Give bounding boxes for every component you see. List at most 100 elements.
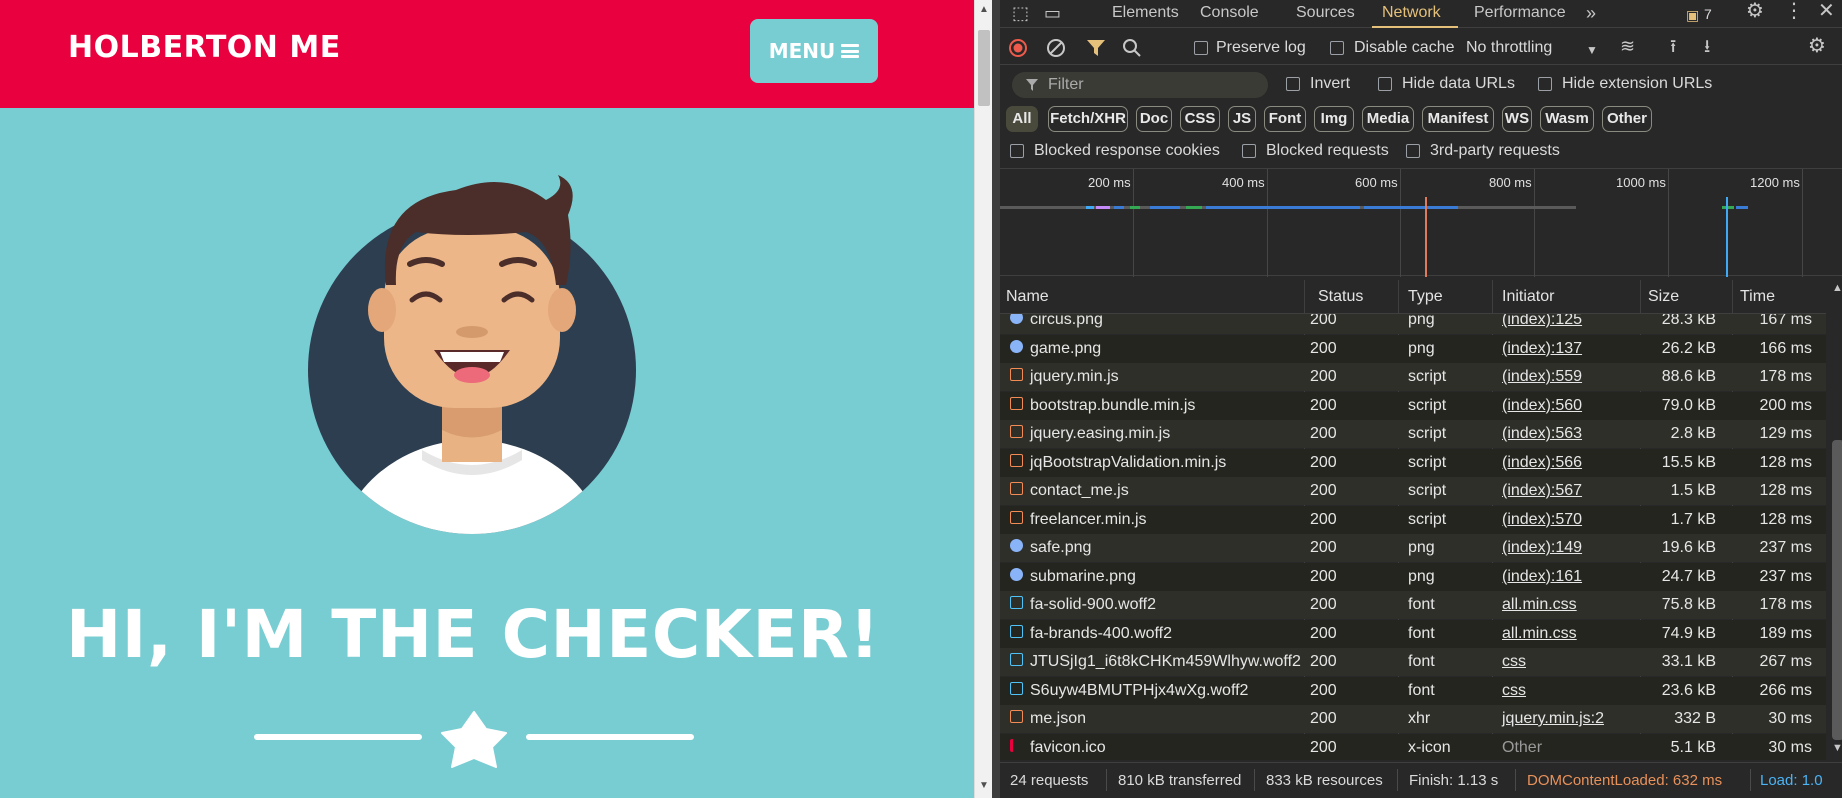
table-row[interactable]: jquery.easing.min.js 200 script (index):563… xyxy=(1000,420,1826,448)
star-icon xyxy=(441,711,507,768)
settings-gear-icon[interactable]: ⚙ xyxy=(1746,1,1764,21)
column-size[interactable]: Size xyxy=(1648,288,1679,306)
request-initiator[interactable]: css xyxy=(1502,682,1526,700)
page-scrollbar-thumb[interactable] xyxy=(978,30,990,106)
request-initiator[interactable]: all.min.css xyxy=(1502,625,1577,643)
type-filter-img[interactable]: Img xyxy=(1314,106,1354,132)
type-filter-all[interactable]: All xyxy=(1006,106,1038,132)
request-size: 1.7 kB xyxy=(1670,510,1716,528)
table-row[interactable]: freelancer.min.js 200 script (index):570 1.7… xyxy=(1000,505,1826,534)
table-row[interactable]: fa-solid-900.woff2 200 font all.min.css 75.8… xyxy=(1000,591,1826,619)
request-name: fa-solid-900.woff2 xyxy=(1030,596,1156,613)
type-filter-js[interactable]: JS xyxy=(1228,106,1256,132)
scroll-down-icon[interactable]: ▼ xyxy=(979,780,989,791)
status-finish: Finish: 1.13 s xyxy=(1409,772,1499,789)
page-scrollbar[interactable]: ▲ ▼ xyxy=(974,0,992,798)
type-filter-manifest[interactable]: Manifest xyxy=(1422,106,1494,132)
network-settings-gear-icon[interactable]: ⚙ xyxy=(1808,36,1826,56)
menu-label: MENU xyxy=(768,39,836,63)
preserve-log-label: Preserve log xyxy=(1216,39,1306,56)
image-icon xyxy=(1010,539,1023,552)
issues-icon[interactable]: ▣ xyxy=(1686,6,1699,24)
type-filter-css[interactable]: CSS xyxy=(1180,106,1220,132)
blocked-requests-checkbox[interactable] xyxy=(1242,144,1256,158)
table-row[interactable]: safe.png 200 png (index):149 19.6 kB 237 ms xyxy=(1000,534,1826,562)
type-filter-media[interactable]: Media xyxy=(1362,106,1414,132)
requests-scrollbar-thumb[interactable] xyxy=(1832,440,1842,740)
import-har-icon[interactable]: ⭱ xyxy=(1670,37,1676,55)
throttling-select[interactable]: No throttling xyxy=(1466,39,1552,57)
request-initiator[interactable]: (index):125 xyxy=(1502,314,1582,329)
request-initiator[interactable]: (index):563 xyxy=(1502,425,1582,443)
tab-performance[interactable]: Performance xyxy=(1474,4,1566,22)
clear-icon[interactable] xyxy=(1046,38,1066,58)
request-initiator[interactable]: (index):161 xyxy=(1502,568,1582,586)
request-initiator[interactable]: (index):566 xyxy=(1502,454,1582,472)
scroll-down-icon[interactable]: ▼ xyxy=(1832,742,1842,754)
scroll-up-icon[interactable]: ▲ xyxy=(1832,282,1842,294)
request-initiator[interactable]: (index):137 xyxy=(1502,340,1582,358)
type-filter-font[interactable]: Font xyxy=(1264,106,1306,132)
more-tabs-icon[interactable]: » xyxy=(1586,4,1596,22)
type-filter-wasm[interactable]: Wasm xyxy=(1540,106,1594,132)
table-row[interactable]: me.json 200 xhr jquery.min.js:2 332 B 30 ms xyxy=(1000,705,1826,733)
hide-data-urls-checkbox[interactable] xyxy=(1378,77,1392,91)
table-row[interactable]: circus.png 200 png (index):125 28.3 kB 167 ms xyxy=(1000,314,1826,334)
table-row[interactable]: game.png 200 png (index):137 26.2 kB 166 ms xyxy=(1000,334,1826,363)
export-har-icon[interactable]: ⭳ xyxy=(1704,37,1710,55)
inspect-element-icon[interactable]: ⬚ xyxy=(1012,4,1029,22)
column-time[interactable]: Time xyxy=(1740,288,1775,306)
filter-funnel-icon[interactable] xyxy=(1086,39,1106,57)
tab-network[interactable]: Network xyxy=(1382,4,1441,22)
type-filter-other[interactable]: Other xyxy=(1602,106,1652,132)
network-conditions-icon[interactable]: ≋ xyxy=(1620,37,1635,55)
table-row[interactable]: contact_me.js 200 script (index):567 1.5 kB 1… xyxy=(1000,477,1826,505)
blocked-cookies-checkbox[interactable] xyxy=(1010,144,1024,158)
hide-extension-urls-checkbox[interactable] xyxy=(1538,77,1552,91)
third-party-checkbox[interactable] xyxy=(1406,144,1420,158)
table-row[interactable]: jquery.min.js 200 script (index):559 88.6 kB… xyxy=(1000,363,1826,391)
type-filter-fetch-xhr[interactable]: Fetch/XHR xyxy=(1048,106,1128,132)
brand-logo[interactable]: HOLBERTON ME xyxy=(68,30,341,65)
request-initiator[interactable]: (index):149 xyxy=(1502,539,1582,557)
column-initiator[interactable]: Initiator xyxy=(1502,288,1554,306)
requests-scrollbar[interactable]: ▲ ▼ xyxy=(1826,280,1842,760)
tab-elements[interactable]: Elements xyxy=(1112,4,1179,22)
table-row[interactable]: submarine.png 200 png (index):161 24.7 kB 237… xyxy=(1000,562,1826,591)
network-overview-timeline[interactable]: 200 ms 400 ms 600 ms 800 ms 1000 ms 1200… xyxy=(1000,168,1842,277)
menu-button[interactable]: MENU xyxy=(750,19,878,83)
close-icon[interactable]: ✕ xyxy=(1818,1,1835,21)
type-filter-doc[interactable]: Doc xyxy=(1136,106,1172,132)
filter-input[interactable]: Filter xyxy=(1012,72,1268,98)
chevron-down-icon[interactable]: ▼ xyxy=(1586,41,1598,59)
tab-console[interactable]: Console xyxy=(1200,4,1259,22)
request-initiator[interactable]: css xyxy=(1502,653,1526,671)
table-row[interactable]: bootstrap.bundle.min.js 200 script (index):… xyxy=(1000,391,1826,420)
request-initiator[interactable]: (index):560 xyxy=(1502,397,1582,415)
scroll-up-icon[interactable]: ▲ xyxy=(979,4,989,15)
type-filter-ws[interactable]: WS xyxy=(1502,106,1532,132)
issues-count[interactable]: 7 xyxy=(1704,6,1712,22)
preserve-log-checkbox[interactable] xyxy=(1194,41,1208,55)
column-status[interactable]: Status xyxy=(1318,288,1363,306)
record-stop-icon[interactable] xyxy=(1008,38,1028,58)
device-toolbar-icon[interactable]: ▭ xyxy=(1044,4,1061,22)
request-initiator[interactable]: jquery.min.js:2 xyxy=(1502,710,1604,728)
table-row[interactable]: S6uyw4BMUTPHjx4wXg.woff2 200 font css 23.6 k… xyxy=(1000,676,1826,705)
request-status: 200 xyxy=(1310,681,1337,699)
column-name[interactable]: Name xyxy=(1006,288,1049,306)
kebab-menu-icon[interactable]: ⋮ xyxy=(1784,1,1804,21)
tab-sources[interactable]: Sources xyxy=(1296,4,1355,22)
request-initiator[interactable]: (index):567 xyxy=(1502,482,1582,500)
invert-checkbox[interactable] xyxy=(1286,77,1300,91)
table-row[interactable]: jqBootstrapValidation.min.js 200 script (in… xyxy=(1000,448,1826,477)
table-row[interactable]: fa-brands-400.woff2 200 font all.min.css 74.… xyxy=(1000,619,1826,648)
disable-cache-checkbox[interactable] xyxy=(1330,41,1344,55)
table-row[interactable]: favicon.ico 200 x-icon Other 5.1 kB 30 ms xyxy=(1000,733,1826,760)
request-initiator[interactable]: (index):559 xyxy=(1502,368,1582,386)
request-initiator[interactable]: (index):570 xyxy=(1502,511,1582,529)
request-initiator[interactable]: all.min.css xyxy=(1502,596,1577,614)
table-row[interactable]: JTUSjIg1_i6t8kCHKm459Wlhyw.woff2 200 font c… xyxy=(1000,648,1826,676)
column-type[interactable]: Type xyxy=(1408,288,1443,306)
search-icon[interactable] xyxy=(1122,38,1142,58)
